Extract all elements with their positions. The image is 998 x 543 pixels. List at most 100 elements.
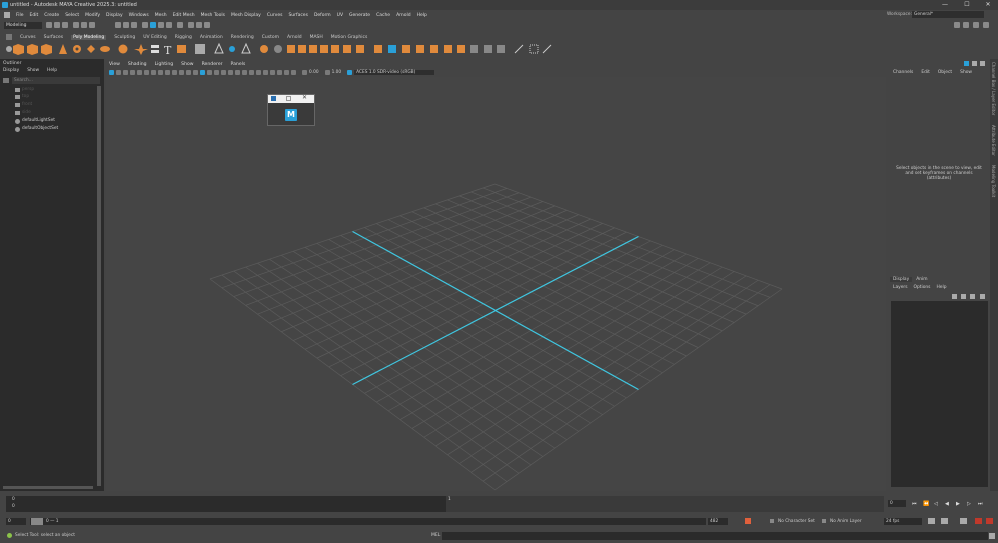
svg-icon[interactable]: [177, 45, 186, 53]
menu-mesh-tools[interactable]: Mesh Tools: [201, 13, 225, 18]
side-tab-modeling-toolkit[interactable]: Modeling Toolkit: [991, 165, 996, 197]
new-scene-icon[interactable]: [73, 22, 79, 28]
animation-start-field[interactable]: 0: [6, 518, 26, 525]
unfold-icon[interactable]: [457, 45, 465, 53]
view-transform-dropdown[interactable]: ACES 1.0 SDR-video (sRGB): [354, 69, 435, 75]
reduce-icon[interactable]: [388, 45, 396, 53]
smooth-shade-icon[interactable]: [207, 69, 212, 75]
poly-torus-icon[interactable]: [73, 45, 81, 53]
outliner-search-input[interactable]: Search...: [12, 77, 100, 84]
outliner-filter-icon[interactable]: [3, 78, 9, 83]
safe-action-icon[interactable]: [186, 69, 191, 75]
exposure-icon[interactable]: [302, 69, 307, 75]
multicut-icon[interactable]: [260, 45, 268, 53]
poly-sphere-icon[interactable]: [6, 46, 12, 52]
layer-menu-help[interactable]: Help: [936, 285, 946, 290]
range-slider[interactable]: [30, 518, 706, 525]
combine-icon[interactable]: [134, 44, 148, 55]
command-language-label[interactable]: MEL: [431, 533, 440, 538]
outliner-menu-help[interactable]: Help: [47, 68, 57, 73]
gamma-field[interactable]: 1.00: [332, 70, 342, 75]
animation-end-field[interactable]: 482: [708, 518, 728, 525]
select-hierarchy-icon[interactable]: [115, 22, 121, 28]
current-frame-field[interactable]: 0: [888, 500, 906, 507]
attribute-editor-icon[interactable]: [973, 22, 979, 28]
splash-close-icon[interactable]: ✕: [302, 94, 307, 101]
fps-dropdown[interactable]: 24 fps: [884, 518, 922, 525]
attribute-editor-toggle-icon[interactable]: [972, 61, 977, 66]
backface-culling-icon[interactable]: [291, 69, 296, 75]
sculpt-icon[interactable]: [514, 44, 524, 54]
tab-surfaces[interactable]: Surfaces: [44, 35, 64, 40]
tab-display-layers[interactable]: Display: [890, 277, 913, 282]
bevel-icon[interactable]: [229, 46, 235, 52]
tab-rendering[interactable]: Rendering: [231, 35, 254, 40]
user-icon[interactable]: [954, 22, 960, 28]
extrude-icon[interactable]: [214, 42, 224, 54]
separate-icon[interactable]: [151, 45, 159, 53]
outliner-menu-show[interactable]: Show: [27, 68, 39, 73]
field-chart-icon[interactable]: [179, 69, 184, 75]
menu-display[interactable]: Display: [106, 13, 123, 18]
tab-anim-layers[interactable]: Anim: [916, 277, 927, 282]
menu-modify[interactable]: Modify: [85, 13, 100, 18]
folder-icon[interactable]: [46, 22, 52, 28]
triangulate-icon[interactable]: [416, 45, 424, 53]
channel-box-menu-edit[interactable]: Edit: [921, 70, 930, 75]
command-line-input[interactable]: [442, 532, 988, 540]
channel-box-toggle-icon[interactable]: [964, 61, 969, 66]
close-button[interactable]: ✕: [979, 0, 997, 10]
menu-edit[interactable]: Edit: [30, 13, 39, 18]
viewport-menu-shading[interactable]: Shading: [128, 62, 147, 67]
select-camera-icon[interactable]: [109, 69, 114, 75]
ambient-occlusion-icon[interactable]: [242, 69, 247, 75]
append-polygon-icon[interactable]: [331, 45, 339, 53]
outliner-item-front[interactable]: front: [22, 102, 32, 107]
go-to-end-button[interactable]: ⏭: [978, 501, 983, 507]
menu-help[interactable]: Help: [417, 13, 427, 18]
outliner-menu-display[interactable]: Display: [3, 68, 19, 73]
outliner-item-top[interactable]: top: [22, 94, 29, 99]
quadrangulate-icon[interactable]: [430, 45, 438, 53]
channel-box-menu-show[interactable]: Show: [960, 70, 972, 75]
poly-pipe-icon[interactable]: [100, 46, 110, 52]
step-back-key-button[interactable]: ⏪: [923, 501, 929, 507]
perspective-viewport[interactable]: [106, 77, 886, 491]
layer-menu-options[interactable]: Options: [914, 285, 931, 290]
side-tab-attribute-editor[interactable]: Attribute Editor: [991, 125, 996, 156]
xray-joints-icon[interactable]: [284, 69, 289, 75]
sew-icon[interactable]: [497, 45, 505, 53]
grease-pencil-frame-icon[interactable]: [960, 518, 967, 524]
menu-mesh-display[interactable]: Mesh Display: [231, 13, 261, 18]
fill-hole-icon[interactable]: [320, 45, 328, 53]
grid-toggle-icon[interactable]: [151, 69, 156, 75]
snap-curve-icon[interactable]: [150, 22, 156, 28]
play-backwards-button[interactable]: ◀: [945, 501, 949, 507]
platonic-icon[interactable]: [118, 44, 128, 54]
character-set-dropdown[interactable]: No Character Set: [778, 518, 815, 525]
safe-title-icon[interactable]: [193, 69, 198, 75]
film-gate-icon[interactable]: [158, 69, 163, 75]
bridge-icon[interactable]: [241, 42, 251, 54]
step-back-frame-button[interactable]: ◁: [934, 501, 938, 507]
exposure-field[interactable]: 0.00: [309, 70, 319, 75]
time-slider[interactable]: [6, 496, 446, 512]
poly-cone-icon[interactable]: [41, 44, 52, 55]
bookmark-icon[interactable]: [123, 69, 128, 75]
outliner-item-default-light-set[interactable]: defaultLightSet: [22, 118, 55, 123]
outliner-horizontal-scrollbar[interactable]: [3, 486, 93, 489]
menu-surfaces[interactable]: Surfaces: [288, 13, 308, 18]
outliner-item-side[interactable]: side: [22, 110, 31, 115]
tab-motion-graphics[interactable]: Motion Graphics: [331, 35, 368, 40]
wireframe-icon[interactable]: [200, 69, 205, 75]
viewport-menu-show[interactable]: Show: [181, 62, 193, 67]
camera-attributes-icon[interactable]: [116, 69, 121, 75]
tab-rigging[interactable]: Rigging: [175, 35, 192, 40]
home-icon[interactable]: [4, 12, 10, 18]
use-all-lights-icon[interactable]: [228, 69, 233, 75]
undo-icon[interactable]: [54, 22, 60, 28]
shadows-icon[interactable]: [235, 69, 240, 75]
new-layer-icon[interactable]: [970, 294, 975, 299]
tab-custom[interactable]: Custom: [262, 35, 279, 40]
motion-blur-icon[interactable]: [249, 69, 254, 75]
